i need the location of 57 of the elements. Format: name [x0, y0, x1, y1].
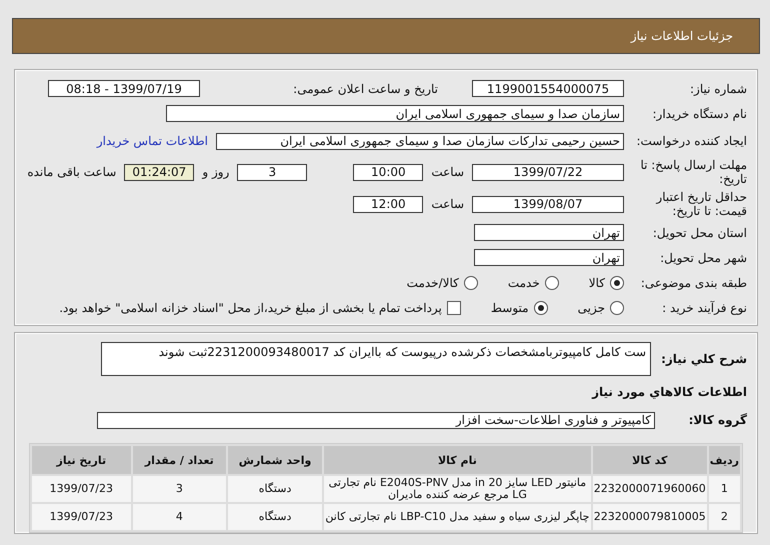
summary-label: شرح کلي نياز:: [661, 351, 747, 367]
announce-date-field[interactable]: 1399/07/19 - 08:18: [48, 80, 200, 97]
page-header: جزئیات اطلاعات نیاز: [12, 18, 760, 54]
days-field[interactable]: 3: [237, 164, 308, 180]
treasury-checkbox[interactable]: پرداخت تمام یا بخشی از مبلغ خرید،از محل "اسناد خزانه اسلامی" خواهد بود.: [59, 300, 461, 314]
field-label: طبقه بندی موضوعی:: [640, 276, 747, 290]
column-header: ردیف: [708, 446, 740, 474]
field-label: نام دستگاه خریدار:: [652, 106, 747, 120]
process-radio[interactable]: متوسط: [490, 300, 548, 314]
time-label: ساعت: [431, 197, 464, 211]
section-title: اطلاعات کالاهاي مورد نياز: [592, 384, 747, 400]
field-label: مهلت ارسال پاسخ: تا تاریخ:: [639, 158, 747, 186]
days-label: روز و: [202, 165, 230, 179]
table-cell: 1399/07/23: [32, 504, 131, 530]
field-label: شهر محل تحویل:: [659, 250, 747, 264]
table-cell: 2232000079810005: [592, 504, 707, 530]
goods-group-field[interactable]: کامپیوتر و فناوری اطلاعات-سخت افزار: [97, 412, 655, 428]
table-cell: دستگاه: [228, 504, 322, 530]
table-cell: 2232000071960060: [592, 476, 707, 502]
contact-link[interactable]: اطلاعات تماس خریدار: [96, 134, 208, 148]
table-cell: 2: [708, 504, 740, 530]
field-label: تاریخ و ساعت اعلان عمومی:: [292, 82, 439, 96]
category-radio[interactable]: کالا: [588, 276, 624, 290]
time-label: ساعت: [431, 165, 464, 179]
category-radio[interactable]: خدمت: [508, 276, 559, 290]
process-radio[interactable]: جزیی: [578, 300, 624, 314]
table-cell: چاپگر لیزری سیاه و سفید مدل LBP-C10 نام تجارتی کانن: [324, 504, 591, 530]
category-radio[interactable]: کالا/خدمت: [406, 276, 478, 290]
column-header: واحد شمارش: [228, 446, 322, 474]
need-number-field[interactable]: 1199001554000075: [472, 80, 624, 97]
group-label: گروه کالا:: [688, 412, 747, 428]
date-field[interactable]: 1399/08/07: [472, 196, 624, 212]
date-field[interactable]: 1399/07/22: [472, 164, 624, 180]
table-cell: مانیتور LED سایز 20 in مدل E2040S-PNV نام تجارتی LG مرجع عرضه کننده مادیران: [324, 476, 591, 502]
buyer-org-field[interactable]: سازمان صدا و سیمای جمهوری اسلامی ایران: [166, 105, 624, 122]
remaining-time-field: 01:24:07: [124, 164, 194, 180]
column-header: کد کالا: [592, 446, 707, 474]
table-cell: 1: [708, 476, 740, 502]
table-cell: 3: [132, 476, 226, 502]
requester-field[interactable]: حسین رحیمی تدارکات سازمان صدا و سیمای جمهوری اسلامی ایران: [216, 132, 624, 150]
summary-field[interactable]: ست کامل کامپیوتربامشخصات ذکرشده درپیوست که باایران کد 2231200093480017ثبت شوند: [101, 342, 652, 376]
field-label: ایجاد کننده درخواست:: [635, 134, 747, 148]
field-label: استان محل تحویل:: [652, 226, 747, 240]
table-cell: دستگاه: [228, 476, 322, 502]
table-cell: 4: [132, 504, 226, 530]
remaining-label: ساعت باقی مانده: [27, 165, 116, 179]
time-field[interactable]: 10:00: [353, 164, 424, 180]
table-cell: 1399/07/23: [32, 476, 131, 502]
field-label: حداقل تاریخ اعتبار قیمت: تا تاریخ:: [654, 190, 747, 218]
field-label: شماره نیاز:: [689, 82, 747, 96]
text-field[interactable]: تهران: [474, 249, 624, 266]
time-field[interactable]: 12:00: [353, 196, 424, 212]
column-header: نام کالا: [324, 446, 591, 474]
text-field[interactable]: تهران: [474, 224, 624, 241]
column-header: تعداد / مقدار: [132, 446, 226, 474]
field-label: نوع فرآیند خرید :: [661, 300, 747, 314]
column-header: تاریخ نیاز: [32, 446, 131, 474]
